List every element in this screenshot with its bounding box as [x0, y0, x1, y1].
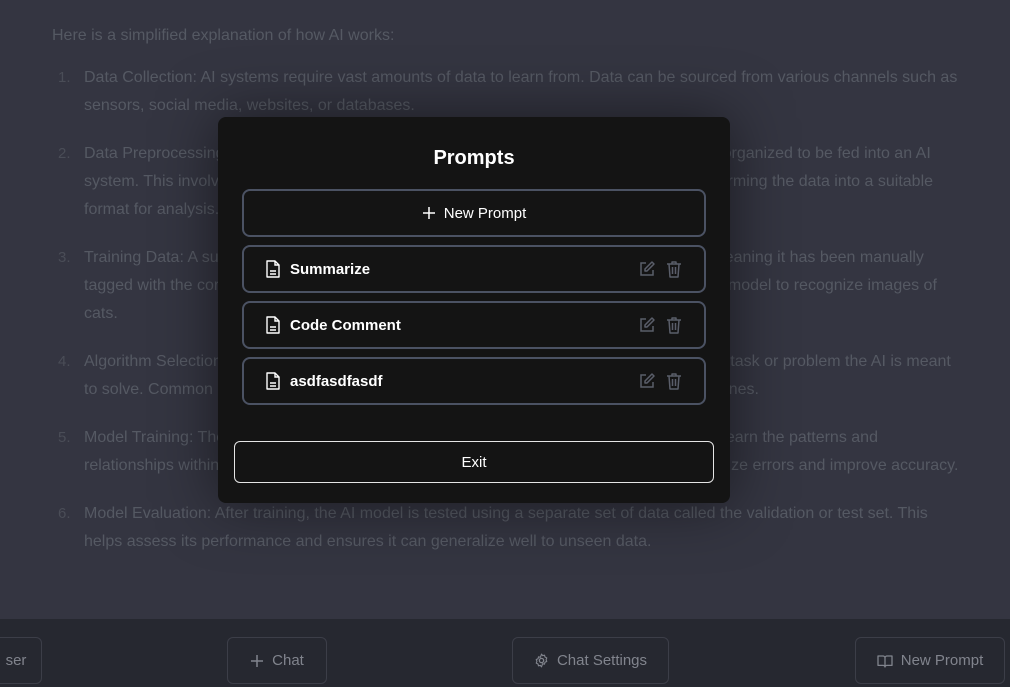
- prompt-item-summarize[interactable]: Summarize: [242, 245, 706, 293]
- prompt-label: asdfasdfasdf: [290, 372, 383, 390]
- edit-icon[interactable]: [638, 260, 656, 278]
- app-root: Here is a simplified explanation of how …: [0, 0, 1010, 687]
- prompt-item-code-comment[interactable]: Code Comment: [242, 301, 706, 349]
- prompt-label: Code Comment: [290, 316, 401, 334]
- prompt-item-asdfasdfasdf[interactable]: asdfasdfasdf: [242, 357, 706, 405]
- document-icon: [266, 316, 280, 334]
- edit-icon[interactable]: [638, 316, 656, 334]
- trash-icon[interactable]: [666, 372, 682, 390]
- trash-icon[interactable]: [666, 316, 682, 334]
- new-prompt-label: New Prompt: [443, 204, 527, 222]
- document-icon: [266, 260, 280, 278]
- exit-button[interactable]: Exit: [234, 441, 714, 483]
- plus-icon: [422, 206, 436, 220]
- prompt-actions: [638, 260, 682, 278]
- modal-title: Prompts: [433, 147, 515, 169]
- new-prompt-button[interactable]: New Prompt: [242, 189, 706, 237]
- edit-icon[interactable]: [638, 372, 656, 390]
- prompt-actions: [638, 372, 682, 390]
- prompt-label: Summarize: [290, 260, 371, 278]
- exit-label: Exit: [461, 453, 487, 471]
- prompt-actions: [638, 316, 682, 334]
- trash-icon[interactable]: [666, 260, 682, 278]
- document-icon: [266, 372, 280, 390]
- prompts-modal: Prompts New Prompt Summarize Code Commen…: [218, 117, 730, 503]
